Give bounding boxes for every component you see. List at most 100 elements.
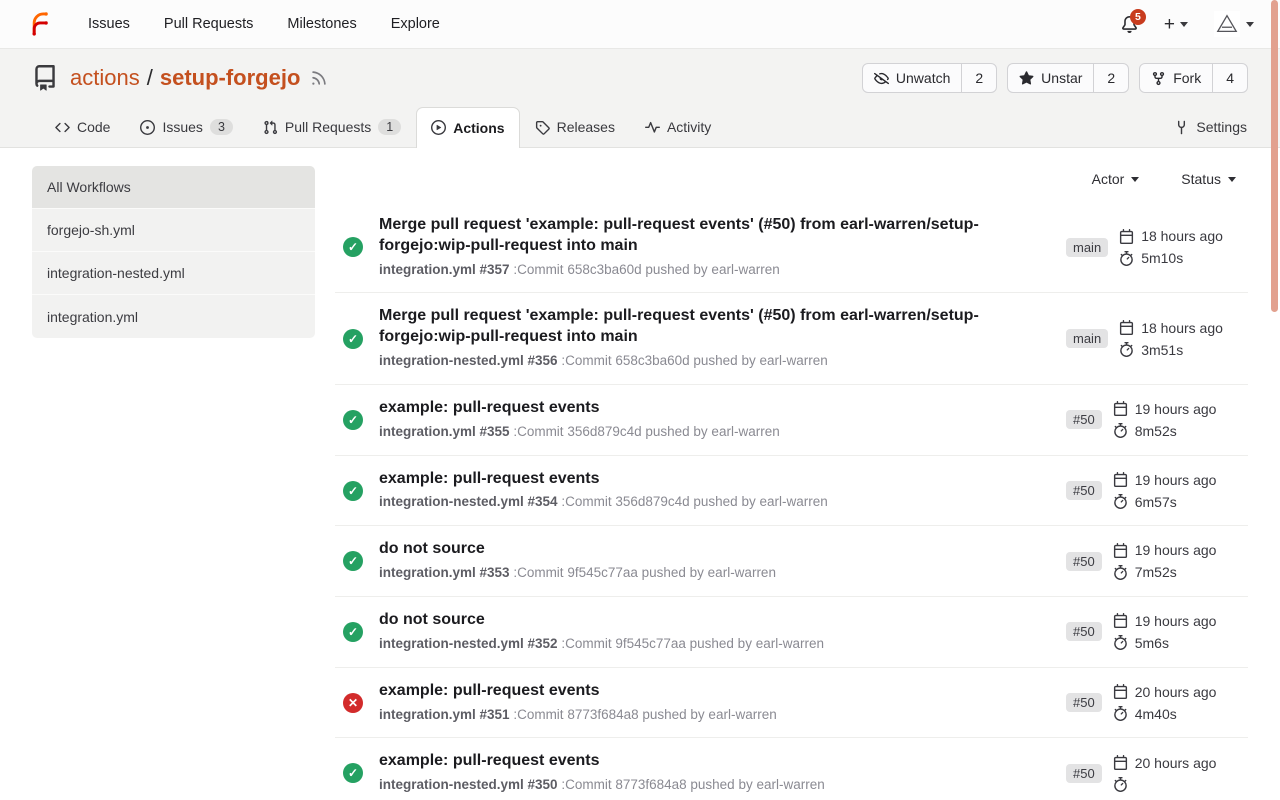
run-times: 18 hours ago 3m51s <box>1119 320 1223 358</box>
navbar-right: 5 + <box>1121 11 1254 37</box>
repo-action-buttons: Unwatch 2 Unstar 2 <box>862 63 1248 93</box>
run-meta: #50 19 hours ago <box>1066 613 1248 651</box>
repo-owner-link[interactable]: actions <box>70 65 140 91</box>
repo-title: actions / setup-forgejo <box>70 65 300 91</box>
run-workflow-ref: integration-nested.yml #354 <box>379 494 558 509</box>
run-workflow-ref: integration.yml #353 <box>379 565 510 580</box>
run-relative-time: 19 hours ago <box>1135 542 1217 558</box>
run-duration: 5m10s <box>1141 250 1183 266</box>
tab-label: Pull Requests <box>285 119 371 135</box>
run-title-link[interactable]: example: pull-request events <box>379 398 1030 419</box>
unwatch-button[interactable]: Unwatch <box>863 64 961 92</box>
nav-link-milestones[interactable]: Milestones <box>287 16 356 32</box>
stopwatch-icon <box>1113 494 1128 509</box>
tab-pull-requests[interactable]: Pull Requests 1 <box>248 107 416 147</box>
run-title-link[interactable]: example: pull-request events <box>379 681 1030 702</box>
run-text: Merge pull request 'example: pull-reques… <box>379 215 1050 279</box>
notification-count-badge: 5 <box>1130 9 1146 25</box>
run-title-link[interactable]: do not source <box>379 539 1030 560</box>
sidebar-workflow-item[interactable]: All Workflows <box>32 166 315 209</box>
pull-requests-count-badge: 1 <box>378 119 401 135</box>
page-scrollbar[interactable] <box>1271 0 1278 312</box>
run-ref-badge[interactable]: #50 <box>1066 764 1102 783</box>
sidebar-workflow-item[interactable]: integration.yml <box>32 295 315 338</box>
run-times: 18 hours ago 5m10s <box>1119 228 1223 266</box>
run-title-link[interactable]: do not source <box>379 610 1030 631</box>
sidebar-workflow-item[interactable]: forgejo-sh.yml <box>32 209 315 252</box>
issue-opened-icon <box>140 120 155 135</box>
run-times: 19 hours ago 8m52s <box>1113 401 1217 439</box>
run-meta: #50 20 hours ago <box>1066 755 1248 792</box>
tab-issues[interactable]: Issues 3 <box>125 107 247 147</box>
tag-icon <box>535 120 550 135</box>
workflow-run-row: Merge pull request 'example: pull-reques… <box>335 293 1248 384</box>
sidebar-workflow-item[interactable]: integration-nested.yml <box>32 252 315 295</box>
run-ref-badge[interactable]: main <box>1066 238 1108 257</box>
forgejo-logo-icon[interactable] <box>26 10 54 38</box>
fork-label: Fork <box>1173 70 1201 86</box>
run-title-link[interactable]: example: pull-request events <box>379 751 1030 772</box>
create-new-button[interactable]: + <box>1164 15 1188 34</box>
run-commit-info: :Commit 8773f684a8 pushed by earl-warren <box>513 707 776 722</box>
run-workflow-ref: integration.yml #355 <box>379 424 510 439</box>
nav-link-pull-requests[interactable]: Pull Requests <box>164 16 253 32</box>
run-text: do not source integration.yml #353 :Comm… <box>379 539 1050 583</box>
fork-icon <box>1151 71 1166 86</box>
run-text: example: pull-request events integration… <box>379 751 1050 795</box>
stopwatch-icon <box>1113 635 1128 650</box>
run-status-icon <box>343 693 363 713</box>
forks-count[interactable]: 4 <box>1212 64 1247 92</box>
nav-link-explore[interactable]: Explore <box>391 16 440 32</box>
run-meta: #50 19 hours ago <box>1066 472 1248 510</box>
user-menu[interactable] <box>1214 11 1254 37</box>
run-duration-line: 5m10s <box>1119 250 1223 266</box>
run-ref-badge[interactable]: #50 <box>1066 693 1102 712</box>
git-pull-request-icon <box>263 120 278 135</box>
run-relative-time: 19 hours ago <box>1135 401 1217 417</box>
fork-button[interactable]: Fork <box>1140 64 1212 92</box>
run-ref-badge[interactable]: #50 <box>1066 410 1102 429</box>
run-title-link[interactable]: example: pull-request events <box>379 469 1030 490</box>
run-ref-badge[interactable]: #50 <box>1066 552 1102 571</box>
tab-label: Code <box>77 119 110 135</box>
tab-label: Actions <box>453 120 504 136</box>
tab-settings[interactable]: Settings <box>1159 107 1262 147</box>
run-duration-line: 4m40s <box>1113 706 1217 722</box>
tab-actions[interactable]: Actions <box>416 107 519 148</box>
nav-link-issues[interactable]: Issues <box>88 16 130 32</box>
run-commit-info: :Commit 658c3ba60d pushed by earl-warren <box>561 353 827 368</box>
tab-activity[interactable]: Activity <box>630 107 726 147</box>
unstar-button[interactable]: Unstar <box>1008 64 1093 92</box>
status-filter-dropdown[interactable]: Status <box>1175 170 1242 188</box>
run-text: Merge pull request 'example: pull-reques… <box>379 306 1050 370</box>
watchers-count[interactable]: 2 <box>961 64 996 92</box>
run-ref-badge[interactable]: #50 <box>1066 622 1102 641</box>
tab-code[interactable]: Code <box>40 107 125 147</box>
tab-label: Releases <box>557 119 615 135</box>
tab-releases[interactable]: Releases <box>520 107 630 147</box>
rss-icon[interactable] <box>310 69 328 87</box>
stars-count[interactable]: 2 <box>1093 64 1128 92</box>
run-title-link[interactable]: Merge pull request 'example: pull-reques… <box>379 306 1030 348</box>
run-time-line: 19 hours ago <box>1113 542 1217 558</box>
calendar-icon <box>1113 684 1128 699</box>
workflow-run-row: example: pull-request events integration… <box>335 385 1248 456</box>
chevron-down-icon <box>1228 177 1236 182</box>
run-time-line: 19 hours ago <box>1113 613 1217 629</box>
actor-filter-dropdown[interactable]: Actor <box>1086 170 1146 188</box>
stopwatch-icon <box>1119 251 1134 266</box>
repo-name-link[interactable]: setup-forgejo <box>160 65 301 91</box>
run-subtitle: integration-nested.yml #354 :Commit 356d… <box>379 493 1030 512</box>
chevron-down-icon <box>1180 22 1188 27</box>
unstar-label: Unstar <box>1041 70 1082 86</box>
run-title-link[interactable]: Merge pull request 'example: pull-reques… <box>379 215 1030 257</box>
run-status-icon <box>343 481 363 501</box>
avatar <box>1214 11 1240 37</box>
code-icon <box>55 120 70 135</box>
notifications-button[interactable]: 5 <box>1121 16 1138 33</box>
unstar-button-group: Unstar 2 <box>1007 63 1129 93</box>
run-ref-badge[interactable]: #50 <box>1066 481 1102 500</box>
eye-slash-icon <box>874 71 889 86</box>
run-ref-badge[interactable]: main <box>1066 329 1108 348</box>
run-times: 19 hours ago 6m57s <box>1113 472 1217 510</box>
